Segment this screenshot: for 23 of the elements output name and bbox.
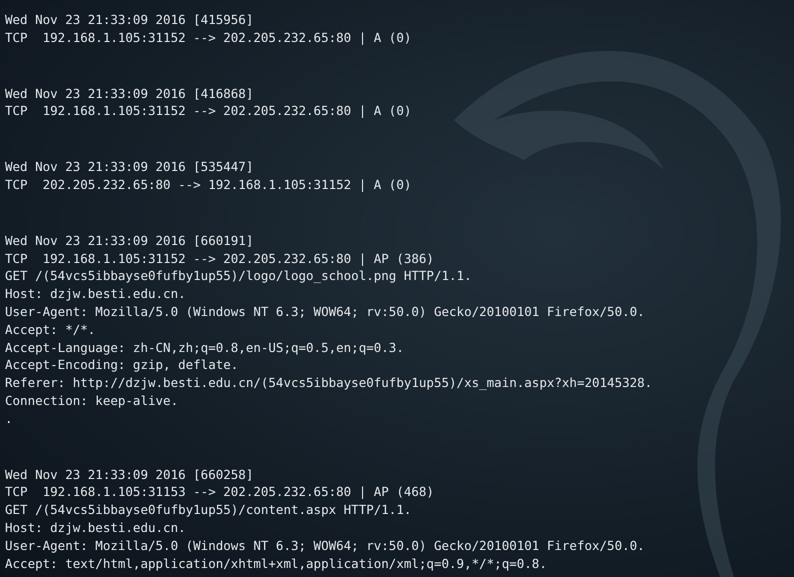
payload-line: Connection: keep-alive. <box>5 392 178 410</box>
payload-line: Referer: http://dzjw.besti.edu.cn/(54vcs5ibbayse0fufby1up55)/xs_main.aspx?xh=20145328. <box>5 374 652 392</box>
payload-line: Accept: */*. <box>5 320 96 339</box>
payload-line: User-Agent: Mozilla/5.0 (Windows NT 6.3; WOW64; rv:50.0) Gecko/20100101 Firefox/50.0. <box>5 302 645 321</box>
packet-summary: TCP 192.168.1.105:31153 --> 202.205.232.65:80 | AP (468) <box>5 483 434 502</box>
payload-line: Accept-Encoding: gzip, deflate. <box>5 356 238 374</box>
payload-line: GET /(54vcs5ibbayse0fufby1up55)/content.aspx HTTP/1.1. <box>5 501 412 519</box>
packet-timestamp: Wed Nov 23 21:33:09 2016 [535447] <box>5 158 254 176</box>
packet-timestamp: Wed Nov 23 21:33:09 2016 [660258] <box>5 466 254 484</box>
packet-summary: TCP 202.205.232.65:80 --> 192.168.1.105:31152 | A (0) <box>5 176 412 194</box>
payload-line: . <box>5 410 13 428</box>
packet-timestamp: Wed Nov 23 21:33:09 2016 [660191] <box>5 232 254 250</box>
packet-timestamp: Wed Nov 23 21:33:09 2016 [416868] <box>5 84 254 102</box>
packet-timestamp: Wed Nov 23 21:33:09 2016 [415956] <box>5 11 254 29</box>
payload-line: Accept-Language: zh-CN,zh;q=0.8,en-US;q=0.5,en;q=0.3. <box>5 338 404 356</box>
payload-line: GET /(54vcs5ibbayse0fufby1up55)/logo/logo_school.png HTTP/1.1. <box>5 267 472 286</box>
packet-summary: TCP 192.168.1.105:31152 --> 202.205.232.65:80 | A (0) <box>5 28 412 47</box>
payload-line: Host: dzjw.besti.edu.cn. <box>5 285 186 303</box>
packet-summary: TCP 192.168.1.105:31152 --> 202.205.232.65:80 | AP (386) <box>5 250 434 268</box>
payload-line: Accept: text/html,application/xhtml+xml,application/xml;q=0.9,*/*;q=0.8. <box>5 554 547 572</box>
payload-line: Host: dzjw.besti.edu.cn. <box>5 518 186 537</box>
packet-summary: TCP 192.168.1.105:31152 --> 202.205.232.65:80 | A (0) <box>5 102 412 120</box>
payload-line: User-Agent: Mozilla/5.0 (Windows NT 6.3; WOW64; rv:50.0) Gecko/20100101 Firefox/50.0. <box>5 536 645 555</box>
